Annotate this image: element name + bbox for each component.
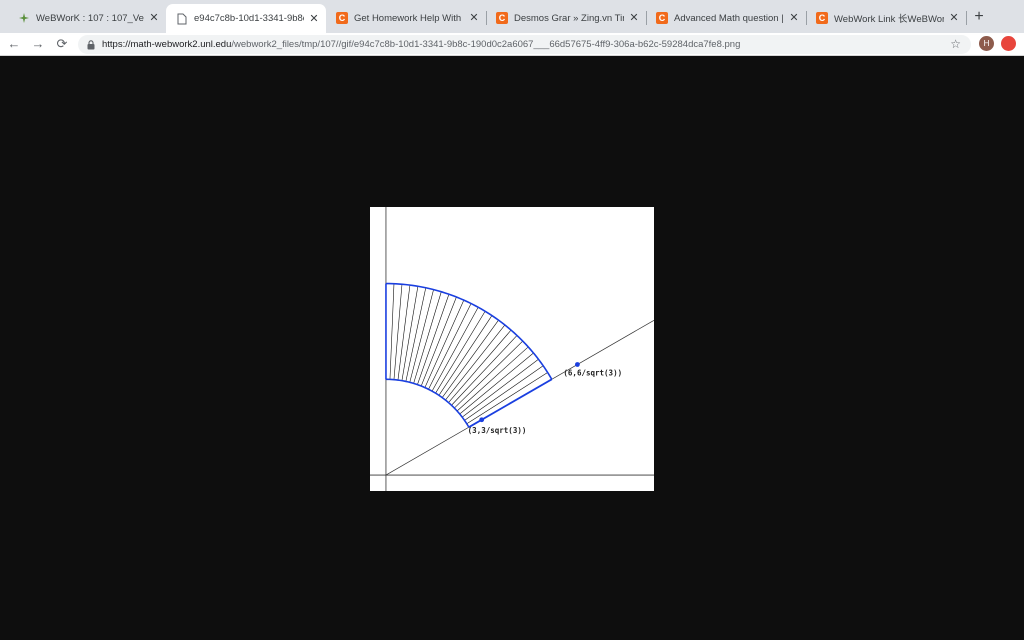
tab-strip: WeBWorK : 107 : 107_Ver1_S ✕ e94c7c8b-10… bbox=[0, 0, 1024, 33]
new-tab-button[interactable]: + bbox=[971, 9, 987, 25]
chegg-icon: C bbox=[336, 12, 348, 24]
url-host: https://math-webwork2.unl.edu bbox=[102, 39, 232, 50]
polar-region-plot: (6,6/sqrt(3)) (3,3/sqrt(3)) bbox=[370, 207, 654, 491]
reload-icon[interactable]: ⟳ bbox=[54, 36, 70, 52]
tab-image[interactable]: e94c7c8b-10d1-3341-9b8c ✕ bbox=[166, 4, 326, 33]
hatch-line bbox=[441, 319, 499, 398]
forward-arrow-icon[interactable]: → bbox=[30, 36, 46, 52]
address-bar[interactable]: https://math-webwork2.unl.edu/webwork2_f… bbox=[78, 35, 971, 54]
tab-title: Get Homework Help With C bbox=[354, 12, 464, 24]
tab-title: e94c7c8b-10d1-3341-9b8c bbox=[194, 13, 304, 24]
close-icon[interactable]: ✕ bbox=[148, 12, 160, 24]
tab-webwork[interactable]: WeBWorK : 107 : 107_Ver1_S ✕ bbox=[8, 6, 167, 30]
url-text: https://math-webwork2.unl.edu/webwork2_f… bbox=[102, 39, 740, 50]
tab-chegg-homework[interactable]: C Get Homework Help With C ✕ bbox=[326, 6, 487, 30]
point-inner bbox=[479, 417, 485, 423]
bookmark-star-icon[interactable]: ☆ bbox=[950, 37, 961, 52]
browser-toolbar: ← → ⟳ https://math-webwork2.unl.edu/webw… bbox=[0, 33, 1024, 56]
chegg-icon: C bbox=[816, 12, 828, 24]
lock-icon bbox=[87, 39, 95, 49]
hatch-line bbox=[456, 346, 529, 412]
chegg-icon: C bbox=[496, 12, 508, 24]
tab-webwork-link[interactable]: C WebWork Link 长WeBWorK ✕ bbox=[806, 6, 967, 30]
tab-title: WeBWorK : 107 : 107_Ver1_S bbox=[36, 12, 144, 24]
close-icon[interactable]: ✕ bbox=[948, 12, 960, 24]
back-arrow-icon[interactable]: ← bbox=[6, 36, 22, 52]
hatch-line bbox=[464, 365, 544, 421]
close-icon[interactable]: ✕ bbox=[308, 13, 320, 25]
tab-title: Advanced Math question | C bbox=[674, 12, 784, 24]
tab-separator bbox=[966, 11, 967, 25]
tab-title: WebWork Link 长WeBWorK bbox=[834, 14, 944, 25]
tab-desmos[interactable]: C Desmos Grar » Zing.vn Tin ✕ bbox=[486, 6, 647, 30]
page-icon bbox=[176, 13, 188, 25]
tab-advanced-math[interactable]: C Advanced Math question | C ✕ bbox=[646, 6, 807, 30]
close-icon[interactable]: ✕ bbox=[468, 12, 480, 24]
webwork-figure: (6,6/sqrt(3)) (3,3/sqrt(3)) bbox=[370, 207, 654, 491]
outer-arc bbox=[385, 282, 553, 380]
profile-avatar[interactable]: H bbox=[979, 36, 994, 51]
hatch-line bbox=[393, 284, 403, 380]
close-icon[interactable]: ✕ bbox=[788, 12, 800, 24]
hatch-line bbox=[409, 289, 434, 383]
hatch-line bbox=[454, 340, 523, 409]
hatch-line bbox=[397, 285, 411, 381]
hatch-line bbox=[401, 286, 419, 381]
hatch-line bbox=[417, 294, 450, 385]
hatch-line bbox=[389, 283, 395, 380]
url-path: /webwork2_files/tmp/107//gif/e94c7c8b-10… bbox=[231, 39, 741, 50]
hatch-line bbox=[428, 303, 472, 390]
webwork-icon bbox=[18, 12, 30, 24]
point-label-outer: (6,6/sqrt(3)) bbox=[563, 369, 622, 378]
hatch-line bbox=[451, 335, 518, 406]
extension-icon[interactable] bbox=[1001, 36, 1016, 51]
tab-title: Desmos Grar » Zing.vn Tin bbox=[514, 12, 624, 24]
point-label-inner: (3,3/sqrt(3)) bbox=[468, 426, 527, 435]
hatch-line bbox=[405, 287, 427, 382]
close-icon[interactable]: ✕ bbox=[628, 12, 640, 24]
chegg-icon: C bbox=[656, 12, 668, 24]
point-outer bbox=[575, 362, 580, 367]
